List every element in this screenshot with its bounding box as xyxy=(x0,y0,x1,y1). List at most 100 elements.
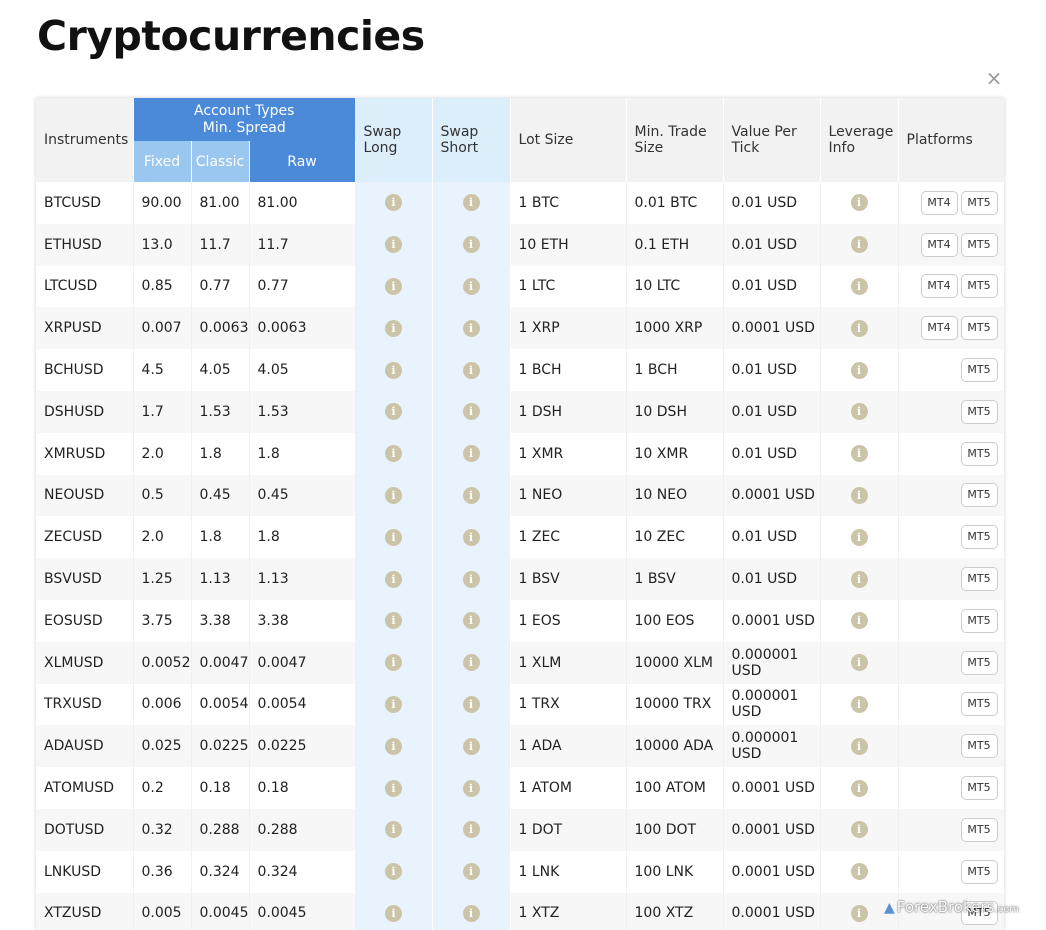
info-icon[interactable]: i xyxy=(462,737,480,755)
info-icon[interactable]: i xyxy=(850,779,868,797)
leverage-info-cell: i xyxy=(820,808,899,851)
platform-mt5-button[interactable]: MT5 xyxy=(960,274,998,299)
header-min-trade-size: Min. Trade Size xyxy=(626,98,724,182)
info-icon[interactable]: i xyxy=(462,528,480,546)
instrument-name: BSVUSD xyxy=(36,558,134,600)
info-icon[interactable]: i xyxy=(385,570,403,588)
info-icon[interactable]: i xyxy=(850,821,868,839)
info-icon[interactable]: i xyxy=(385,403,403,421)
platform-mt5-button[interactable]: MT5 xyxy=(960,859,998,884)
close-icon[interactable]: × xyxy=(984,66,1004,90)
info-icon[interactable]: i xyxy=(462,445,480,463)
info-icon[interactable]: i xyxy=(850,654,868,672)
info-icon[interactable]: i xyxy=(462,236,480,254)
info-icon[interactable]: i xyxy=(385,445,403,463)
platforms-cell: MT4 MT5 xyxy=(898,265,1004,308)
info-icon[interactable]: i xyxy=(462,277,480,295)
platforms-cell: MT4 MT5 xyxy=(898,307,1004,350)
info-icon[interactable]: i xyxy=(850,528,868,546)
info-icon[interactable]: i xyxy=(850,236,868,254)
info-icon[interactable]: i xyxy=(462,570,480,588)
swap-long-cell: i xyxy=(355,349,433,391)
info-icon[interactable]: i xyxy=(385,654,403,672)
info-icon[interactable]: i xyxy=(385,319,403,337)
platform-mt5-button[interactable]: MT5 xyxy=(960,316,998,341)
info-icon[interactable]: i xyxy=(850,486,868,504)
info-icon[interactable]: i xyxy=(850,737,868,755)
info-icon[interactable]: i xyxy=(385,236,403,254)
platform-mt5-button[interactable]: MT5 xyxy=(960,817,998,842)
header-fixed[interactable]: Fixed xyxy=(133,141,192,182)
header-classic[interactable]: Classic xyxy=(191,141,250,182)
platform-mt5-button[interactable]: MT5 xyxy=(960,776,998,801)
fixed-spread: 90.00 xyxy=(133,182,192,224)
info-icon[interactable]: i xyxy=(850,445,868,463)
info-icon[interactable]: i xyxy=(385,863,403,881)
platform-mt4-button[interactable]: MT4 xyxy=(920,190,958,215)
info-icon[interactable]: i xyxy=(850,194,868,212)
info-icon[interactable]: i xyxy=(462,821,480,839)
platform-mt5-button[interactable]: MT5 xyxy=(960,441,998,466)
min-trade-size: 10 DSH xyxy=(626,390,724,433)
info-icon[interactable]: i xyxy=(850,319,868,337)
swap-long-cell: i xyxy=(355,641,433,684)
info-icon[interactable]: i xyxy=(385,737,403,755)
header-raw[interactable]: Raw xyxy=(249,141,356,182)
info-icon[interactable]: i xyxy=(385,779,403,797)
info-icon[interactable]: i xyxy=(385,821,403,839)
swap-long-cell: i xyxy=(355,767,433,809)
info-icon[interactable]: i xyxy=(385,277,403,295)
info-icon[interactable]: i xyxy=(385,486,403,504)
info-icon[interactable]: i xyxy=(462,403,480,421)
classic-spread: 0.0063 xyxy=(191,307,250,350)
platform-mt5-button[interactable]: MT5 xyxy=(960,399,998,424)
platform-mt4-button[interactable]: MT4 xyxy=(920,274,958,299)
platform-mt5-button[interactable]: MT5 xyxy=(960,190,998,215)
info-icon[interactable]: i xyxy=(850,277,868,295)
platform-mt5-button[interactable]: MT5 xyxy=(960,525,998,550)
lot-size: 1 BTC xyxy=(510,182,627,224)
info-icon[interactable]: i xyxy=(385,612,403,630)
info-icon[interactable]: i xyxy=(462,361,480,379)
info-icon[interactable]: i xyxy=(462,779,480,797)
info-icon[interactable]: i xyxy=(850,361,868,379)
value-per-tick: 0.000001 USD xyxy=(723,641,821,684)
info-icon[interactable]: i xyxy=(462,695,480,713)
platform-mt5-button[interactable]: MT5 xyxy=(960,692,998,717)
info-icon[interactable]: i xyxy=(462,654,480,672)
value-per-tick: 0.0001 USD xyxy=(723,892,821,930)
platform-mt5-button[interactable]: MT5 xyxy=(960,608,998,633)
info-icon[interactable]: i xyxy=(850,570,868,588)
platform-mt5-button[interactable]: MT5 xyxy=(960,567,998,592)
platform-mt5-button[interactable]: MT5 xyxy=(960,358,998,383)
platform-mt4-button[interactable]: MT4 xyxy=(920,232,958,257)
info-icon[interactable]: i xyxy=(462,486,480,504)
info-icon[interactable]: i xyxy=(385,528,403,546)
info-icon[interactable]: i xyxy=(850,863,868,881)
info-icon[interactable]: i xyxy=(850,403,868,421)
swap-long-cell: i xyxy=(355,223,433,266)
info-icon[interactable]: i xyxy=(462,612,480,630)
info-icon[interactable]: i xyxy=(385,695,403,713)
info-icon[interactable]: i xyxy=(850,695,868,713)
platform-mt4-button[interactable]: MT4 xyxy=(920,316,958,341)
swap-short-cell: i xyxy=(432,892,511,930)
info-icon[interactable]: i xyxy=(385,194,403,212)
info-icon[interactable]: i xyxy=(850,612,868,630)
platforms-cell: MT4 MT5 xyxy=(898,223,1004,266)
platform-mt5-button[interactable]: MT5 xyxy=(960,483,998,508)
min-trade-size: 10000 XLM xyxy=(626,641,724,684)
platform-mt5-button[interactable]: MT5 xyxy=(960,650,998,675)
info-icon[interactable]: i xyxy=(462,319,480,337)
info-icon[interactable]: i xyxy=(850,904,868,922)
info-icon[interactable]: i xyxy=(462,863,480,881)
info-icon[interactable]: i xyxy=(385,904,403,922)
platform-mt5-button[interactable]: MT5 xyxy=(960,232,998,257)
info-icon[interactable]: i xyxy=(462,194,480,212)
platforms-cell: MT5 xyxy=(898,641,1004,684)
info-icon[interactable]: i xyxy=(385,361,403,379)
info-icon[interactable]: i xyxy=(462,904,480,922)
leverage-info-cell: i xyxy=(820,349,899,391)
instrument-name: XTZUSD xyxy=(36,892,134,930)
platform-mt5-button[interactable]: MT5 xyxy=(960,734,998,759)
